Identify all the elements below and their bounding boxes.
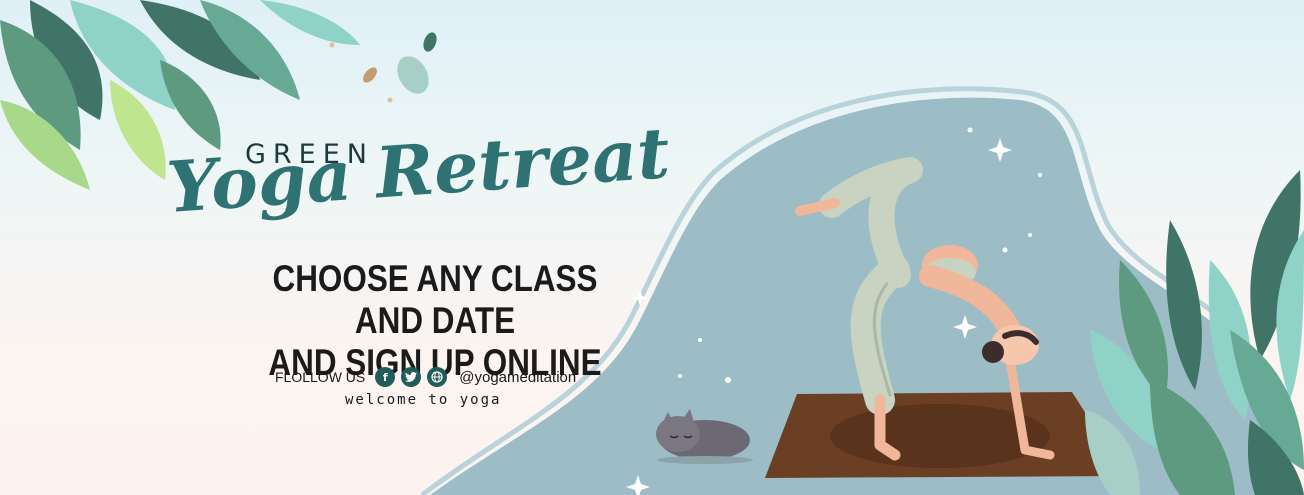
headline-line-1: CHOOSE ANY CLASS AND DATE [272, 258, 598, 341]
facebook-icon[interactable]: f [375, 367, 396, 387]
globe-icon[interactable] [427, 367, 448, 387]
background-illustration [0, 0, 1304, 495]
social-handle[interactable]: @yogameditation [459, 369, 576, 386]
follow-us-row: FLOLLOW US f @yogameditation [275, 367, 576, 387]
yoga-retreat-banner: GREEN Yoga Retreat CHOOSE ANY CLASS AND … [0, 0, 1304, 495]
twitter-icon[interactable] [401, 367, 422, 387]
welcome-tagline: welcome to yoga [345, 392, 502, 408]
follow-us-label: FLOLLOW US [275, 369, 366, 385]
headline: CHOOSE ANY CLASS AND DATE AND SIGN UP ON… [240, 258, 631, 384]
yoga-mat [765, 392, 1126, 478]
